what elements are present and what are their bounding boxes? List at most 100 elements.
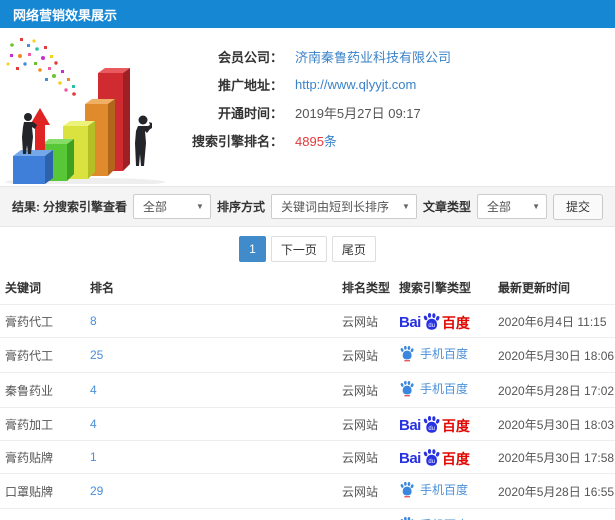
keyword-cell: 秦鲁药业 <box>0 372 85 408</box>
col-keyword: 关键词 <box>5 281 42 295</box>
info-row-url: 推广地址： http://www.qlyyjt.com <box>175 70 451 98</box>
baidu-logo-cn: 百度 <box>441 418 470 434</box>
col-updated: 最新更新时间 <box>498 281 571 295</box>
mobile-baidu-badge: 手机百度 <box>399 481 468 498</box>
rank-cell[interactable]: 17,25 <box>85 508 337 520</box>
rank-cell[interactable]: 25 <box>85 337 337 373</box>
engine-cell: 手机百度 <box>397 508 493 520</box>
col-rank-type: 排名类型 <box>342 281 391 295</box>
bar-blue <box>13 150 53 184</box>
info-row-company: 会员公司： 济南秦鲁药业科技有限公司 <box>175 42 451 70</box>
baidu-logo-bai: Bai <box>399 450 421 467</box>
sort-label: 排序方式 <box>216 200 265 214</box>
confetti-dots <box>6 38 76 96</box>
last-page-button[interactable]: 尾页 <box>331 236 376 262</box>
mobile-baidu-label: 手机百度 <box>420 347 469 361</box>
rank-type-cell: 云网站 <box>337 304 397 338</box>
svg-text:du: du <box>428 323 435 329</box>
updated-cell: 2020年6月20日 09:25 <box>493 508 615 520</box>
table-row: 膏药加工 4 云网站 Bai du 百度 2020年5月30日 18:03 <box>0 407 615 441</box>
updated-cell: 2020年5月28日 16:55 <box>493 473 615 509</box>
keyword-cell: 膏药代工 <box>0 304 85 338</box>
rank-type-cell: 云网站 <box>337 407 397 441</box>
rank-type-cell: 云网站 <box>337 337 397 373</box>
baidu-paw-icon: du <box>423 313 440 330</box>
chevron-down-icon: ▼ <box>402 202 410 211</box>
rank-cell[interactable]: 29 <box>85 473 337 509</box>
rank-type-cell: 云网站 <box>337 473 397 509</box>
baidu-logo: Bai du 百度 <box>399 415 470 433</box>
updated-cell: 2020年5月28日 17:02 <box>493 372 615 408</box>
mobile-baidu-paw-icon <box>400 516 414 520</box>
baidu-logo-bai: Bai <box>399 417 421 434</box>
rank-type-cell: 云网站 <box>337 372 397 408</box>
mobile-baidu-badge: 手机百度 <box>399 380 468 397</box>
mobile-baidu-label: 手机百度 <box>420 382 469 396</box>
engine-cell: 手机百度 <box>397 372 493 408</box>
keyword-cell: 膏药加工 <box>0 407 85 441</box>
table-row: 口罩贴牌 29 云网站 手机百度 2020年5月28日 16:55 <box>0 473 615 509</box>
info-row-open-time: 开通时间： 2019年5月27日 09:17 <box>175 98 451 126</box>
article-type-value: 全部 <box>486 200 511 214</box>
sort-select[interactable]: 关键词由短到长排序 ▼ <box>270 194 417 219</box>
col-engine-type: 搜索引擎类型 <box>399 281 472 295</box>
open-time-label: 开通时间： <box>217 105 283 121</box>
engine-cell: 手机百度 <box>397 473 493 509</box>
chevron-down-icon: ▼ <box>196 202 204 211</box>
pagination: 1 下一页 尾页 <box>0 227 615 271</box>
page-button-current[interactable]: 1 <box>239 236 266 262</box>
article-type-select[interactable]: 全部 ▼ <box>476 194 547 219</box>
mobile-baidu-label: 手机百度 <box>420 516 468 520</box>
article-type-label: 文章类型 <box>422 200 471 214</box>
rank-count-value: 4895条 <box>295 131 337 150</box>
svg-text:du: du <box>428 459 435 465</box>
mobile-baidu-label: 手机百度 <box>420 483 469 497</box>
table-row: 金华防护服 17,25 云网站 手机百度 2020年6月20日 09:25 <box>0 508 615 520</box>
result-section-label: 结果: <box>12 200 40 214</box>
baidu-paw-icon: du <box>423 416 440 433</box>
keyword-cell: 口罩贴牌 <box>0 473 85 509</box>
table-row: 膏药代工 25 云网站 手机百度 2020年5月30日 18:06 <box>0 337 615 373</box>
chevron-down-icon: ▼ <box>532 202 540 211</box>
engine-cell: Bai du 百度 <box>397 440 493 474</box>
baidu-logo-cn: 百度 <box>441 451 470 467</box>
info-row-rank-count: 搜索引擎排名： 4895条 <box>175 126 451 154</box>
table-row: 秦鲁药业 4 云网站 手机百度 2020年5月28日 17:02 <box>0 372 615 408</box>
result-filter-bar: 结果: 分搜索引擎查看 全部 ▼ 排序方式 关键词由短到长排序 ▼ 文章类型 全… <box>0 186 615 227</box>
engine-filter-value: 全部 <box>142 200 167 214</box>
engine-cell: Bai du 百度 <box>397 407 493 441</box>
keyword-cell: 膏药贴牌 <box>0 440 85 474</box>
svg-text:du: du <box>428 426 435 432</box>
baidu-logo: Bai du 百度 <box>399 448 470 466</box>
company-info-section: 会员公司： 济南秦鲁药业科技有限公司 推广地址： http://www.qlyy… <box>0 28 615 186</box>
company-label: 会员公司： <box>217 49 283 65</box>
rank-cell[interactable]: 8 <box>85 304 337 338</box>
col-rank: 排名 <box>90 281 115 295</box>
table-row: 膏药贴牌 1 云网站 Bai du 百度 2020年5月30日 17:58 <box>0 440 615 474</box>
company-name-link[interactable]: 济南秦鲁药业科技有限公司 <box>295 47 451 66</box>
engine-filter-label: 分搜索引擎查看 <box>42 200 127 214</box>
submit-button[interactable]: 提交 <box>552 193 603 220</box>
rank-count-unit: 条 <box>323 133 337 149</box>
rank-cell[interactable]: 4 <box>85 407 337 441</box>
mobile-baidu-badge: 手机百度 <box>399 516 468 520</box>
baidu-logo-cn: 百度 <box>441 315 470 331</box>
thinking-man-figure <box>135 115 152 166</box>
promo-url-link[interactable]: http://www.qlyyjt.com <box>295 77 416 92</box>
baidu-paw-icon: du <box>423 449 440 466</box>
rank-count-label: 搜索引擎排名： <box>191 133 283 149</box>
engine-cell: Bai du 百度 <box>397 304 493 338</box>
engine-filter-select[interactable]: 全部 ▼ <box>132 194 211 219</box>
updated-cell: 2020年5月30日 18:06 <box>493 337 615 373</box>
baidu-logo: Bai du 百度 <box>399 312 470 330</box>
rank-type-cell: 云网站 <box>337 508 397 520</box>
engine-cell: 手机百度 <box>397 337 493 373</box>
ranking-table: 关键词 排名 排名类型 搜索引擎类型 最新更新时间 膏药代工 8 云网站 Bai… <box>0 271 615 520</box>
promo-url-label: 推广地址： <box>217 77 283 93</box>
rank-cell[interactable]: 1 <box>85 440 337 474</box>
growth-chart-illustration <box>5 38 165 184</box>
rank-count-number: 4895 <box>295 133 324 149</box>
rank-cell[interactable]: 4 <box>85 372 337 408</box>
next-page-button[interactable]: 下一页 <box>270 236 327 262</box>
updated-cell: 2020年5月30日 17:58 <box>493 440 615 474</box>
